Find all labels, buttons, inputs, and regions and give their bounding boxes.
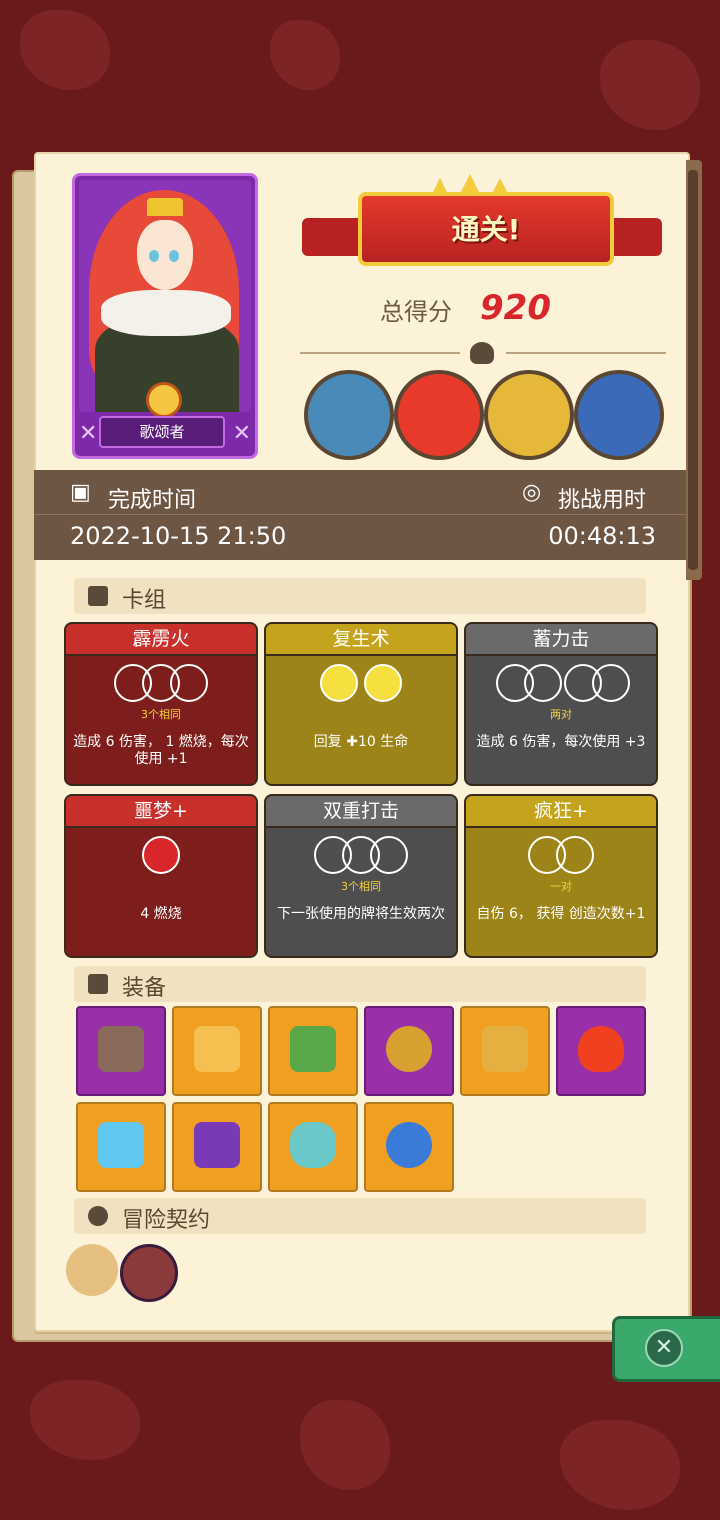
person-icon (88, 1206, 108, 1226)
card-desc: 回复 ✚10 生命 (313, 734, 409, 750)
scrollbar-thumb[interactable] (688, 170, 698, 570)
card-double-strike[interactable]: 双重打击 3个相同 下一张使用的牌将生效两次 (264, 794, 458, 958)
background-shape (300, 1400, 390, 1490)
card-revive[interactable]: 复生术 回复 ✚10 生命 (264, 622, 458, 786)
card-title: 噩梦+ (66, 796, 256, 828)
equip-purple-scarf[interactable] (172, 1102, 262, 1192)
boss-avatar-2[interactable] (394, 370, 484, 460)
contract-label: 冒险契约 (122, 1208, 211, 1233)
card-charge[interactable]: 蓄力击 两对 造成 6 伤害，每次使用 +3 (464, 622, 658, 786)
score-label: 总得分 (380, 298, 452, 326)
clear-banner: 通关! (300, 174, 664, 278)
equip-spiked-orb[interactable] (364, 1102, 454, 1192)
equipment-label: 装备 (122, 976, 167, 1001)
background-shape (20, 10, 110, 90)
stopwatch-icon: ◎ (522, 480, 542, 505)
background-shape (560, 1420, 680, 1510)
card-thunderfire[interactable]: 霹雳火 3个相同 造成 6 伤害， 1 燃烧，每次使用 +1 (64, 622, 258, 786)
equip-flame[interactable] (556, 1006, 646, 1096)
card-title: 双重打击 (266, 796, 456, 828)
contract-header: 冒险契约 (74, 1198, 646, 1234)
duration-value: 00:48:13 (548, 522, 656, 550)
scrollbar[interactable] (686, 160, 702, 580)
card-desc: 造成 6 伤害， 1 燃烧，每次使用 +1 (73, 734, 249, 767)
bone-icon: ✕ (232, 421, 251, 446)
card-sub: 3个相同 (341, 880, 381, 893)
boss-avatar-3[interactable] (484, 370, 574, 460)
hero-name: 歌颂者 (99, 416, 225, 448)
time-bar: ▣ 完成时间 ◎ 挑战用时 2022-10-15 21:50 00:48:13 (34, 470, 686, 560)
medal-icon (146, 382, 182, 418)
equip-robe[interactable] (172, 1006, 262, 1096)
boss-avatar-1[interactable] (304, 370, 394, 460)
background-shape (600, 40, 700, 130)
bone-icon: ✕ (79, 421, 98, 446)
scroll-icon[interactable] (66, 1244, 118, 1296)
banner-title: 通关! (451, 213, 521, 246)
equipment-header: 装备 (74, 966, 646, 1002)
card-nightmare[interactable]: 噩梦+ 4 燃烧 (64, 794, 258, 958)
hero-art (79, 180, 251, 412)
card-desc: 4 燃烧 (140, 906, 182, 922)
card-sub: 一对 (550, 880, 572, 893)
score-value: 920 (480, 288, 551, 328)
close-button[interactable]: ✕ (612, 1316, 720, 1382)
equip-ice-shield[interactable] (76, 1102, 166, 1192)
finish-time-label: 完成时间 (108, 488, 197, 513)
divider (300, 352, 460, 354)
equip-fire-stone[interactable] (76, 1006, 166, 1096)
card-sub: 两对 (550, 708, 572, 721)
background-shape (270, 20, 340, 90)
equip-lion-ring[interactable] (460, 1006, 550, 1096)
duration-label: 挑战用时 (558, 488, 647, 513)
hero-portrait[interactable]: ✕ ✕ 歌颂者 (72, 173, 258, 459)
film-icon: ▣ (70, 480, 91, 505)
card-title: 霹雳火 (66, 624, 256, 656)
deck-header: 卡组 (74, 578, 646, 614)
card-desc: 造成 6 伤害，每次使用 +3 (476, 734, 646, 750)
bell-icon[interactable] (120, 1244, 178, 1302)
finish-time-value: 2022-10-15 21:50 (70, 522, 287, 550)
card-desc: 下一张使用的牌将生效两次 (277, 906, 445, 922)
cards-icon (88, 586, 108, 606)
box-icon (88, 974, 108, 994)
card-frenzy[interactable]: 疯狂+ 一对 自伤 6， 获得 创造次数+1 (464, 794, 658, 958)
boss-avatar-4[interactable] (574, 370, 664, 460)
equip-ring[interactable] (364, 1006, 454, 1096)
card-desc: 自伤 6， 获得 创造次数+1 (476, 906, 646, 922)
equip-green-tablet[interactable] (268, 1006, 358, 1096)
card-title: 疯狂+ (466, 796, 656, 828)
divider (506, 352, 666, 354)
card-sub: 3个相同 (141, 708, 181, 721)
deck-label: 卡组 (122, 588, 167, 613)
equip-vase[interactable] (268, 1102, 358, 1192)
skull-icon (470, 342, 494, 364)
background-shape (30, 1380, 140, 1460)
close-icon: ✕ (645, 1329, 683, 1367)
card-title: 复生术 (266, 624, 456, 656)
card-title: 蓄力击 (466, 624, 656, 656)
